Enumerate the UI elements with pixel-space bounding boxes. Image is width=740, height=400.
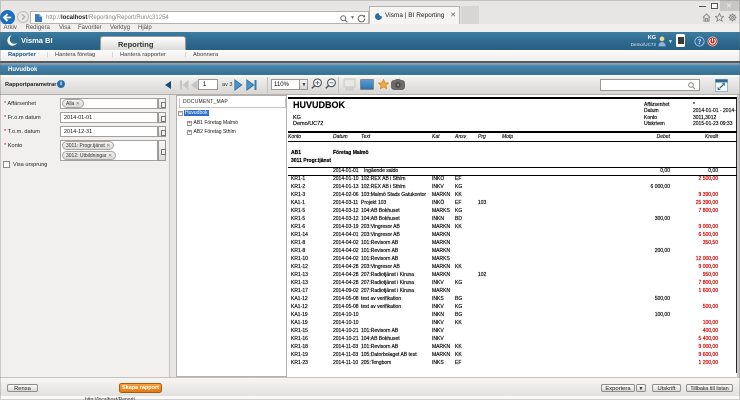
svg-text:?: ? (698, 38, 702, 46)
